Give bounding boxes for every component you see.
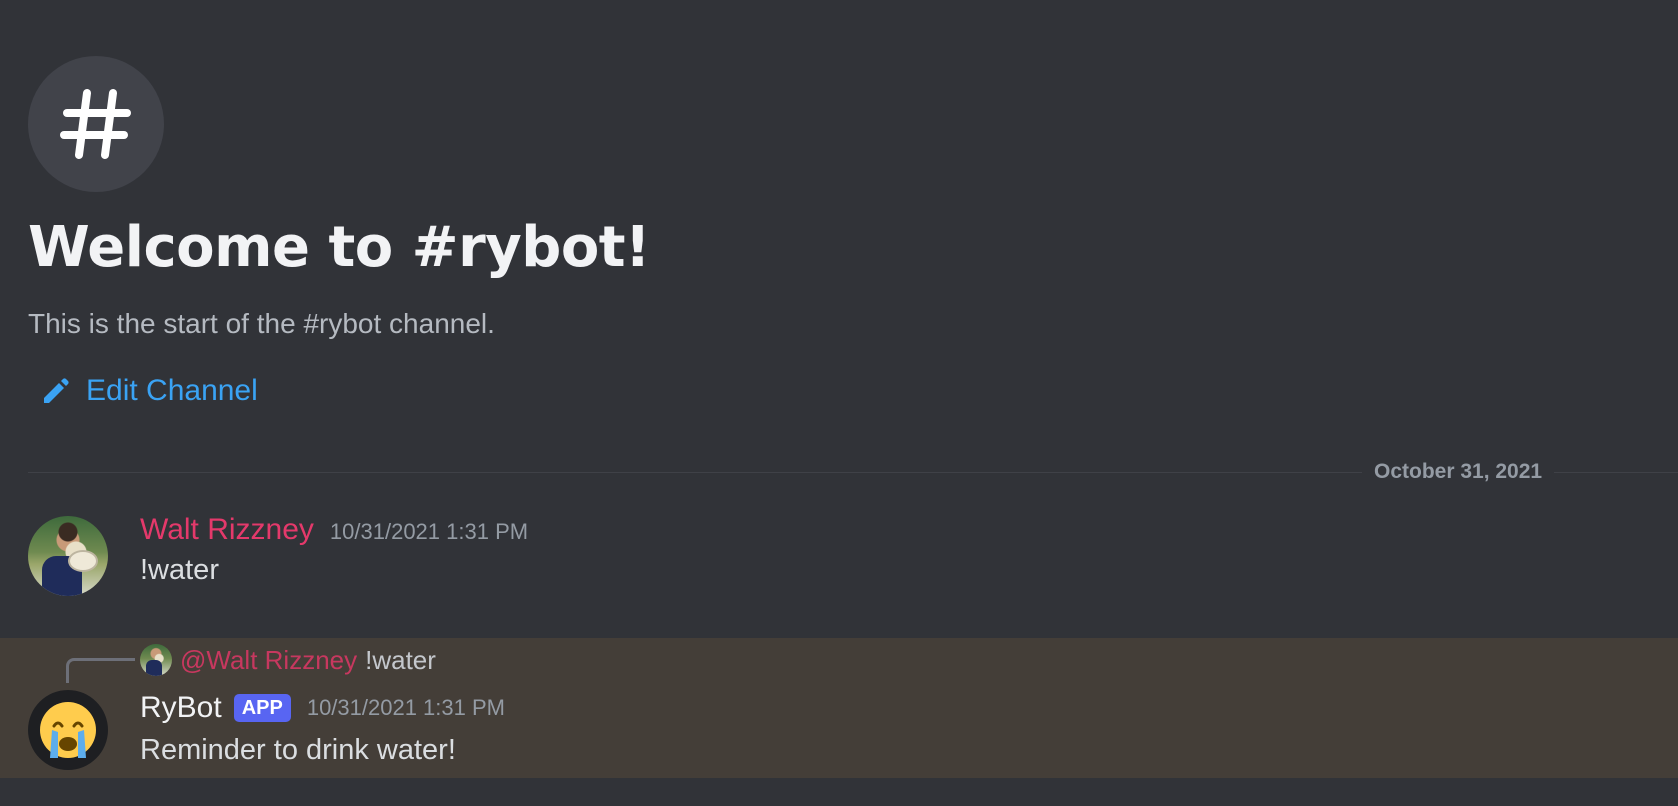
channel-view: Welcome to #rybot! This is the start of … bbox=[0, 0, 1678, 806]
reply-content: !water bbox=[365, 645, 436, 675]
avatar-photo-detail bbox=[146, 660, 162, 676]
avatar[interactable] bbox=[28, 690, 108, 770]
message-header: Walt Rizzney 10/31/2021 1:31 PM bbox=[140, 510, 528, 552]
message-timestamp: 10/31/2021 1:31 PM bbox=[329, 519, 529, 544]
avatar-photo-detail bbox=[68, 550, 98, 572]
reply-preview[interactable]: @Walt Rizzney !water bbox=[140, 642, 436, 678]
channel-description: This is the start of the #rybot channel. bbox=[28, 308, 495, 339]
message-author[interactable]: RyBot bbox=[140, 688, 222, 728]
message-content: Reminder to drink water! bbox=[140, 734, 456, 766]
edit-channel-label: Edit Channel bbox=[86, 374, 258, 407]
date-divider-label: October 31, 2021 bbox=[1362, 458, 1555, 486]
reply-mention[interactable]: @Walt Rizzney bbox=[180, 642, 357, 678]
app-badge: APP bbox=[233, 694, 291, 722]
crying-face-icon bbox=[40, 702, 96, 758]
channel-welcome-title: Welcome to #rybot! bbox=[28, 215, 651, 280]
message-timestamp: 10/31/2021 1:31 PM bbox=[306, 695, 505, 720]
avatar[interactable] bbox=[28, 516, 108, 596]
message-author[interactable]: Walt Rizzney bbox=[140, 510, 314, 550]
reply-avatar bbox=[140, 644, 172, 676]
message-item-reply: @Walt Rizzney !water RyBot APP 10/31/202… bbox=[0, 638, 1678, 778]
edit-channel-button[interactable]: Edit Channel bbox=[40, 371, 258, 411]
hash-icon bbox=[28, 56, 164, 192]
pencil-icon bbox=[40, 375, 72, 407]
reply-connector bbox=[66, 658, 135, 683]
message-item: Walt Rizzney 10/31/2021 1:31 PM !water bbox=[0, 510, 1678, 610]
message-header: RyBot APP 10/31/2021 1:31 PM bbox=[140, 688, 505, 728]
message-content: !water bbox=[140, 554, 219, 586]
